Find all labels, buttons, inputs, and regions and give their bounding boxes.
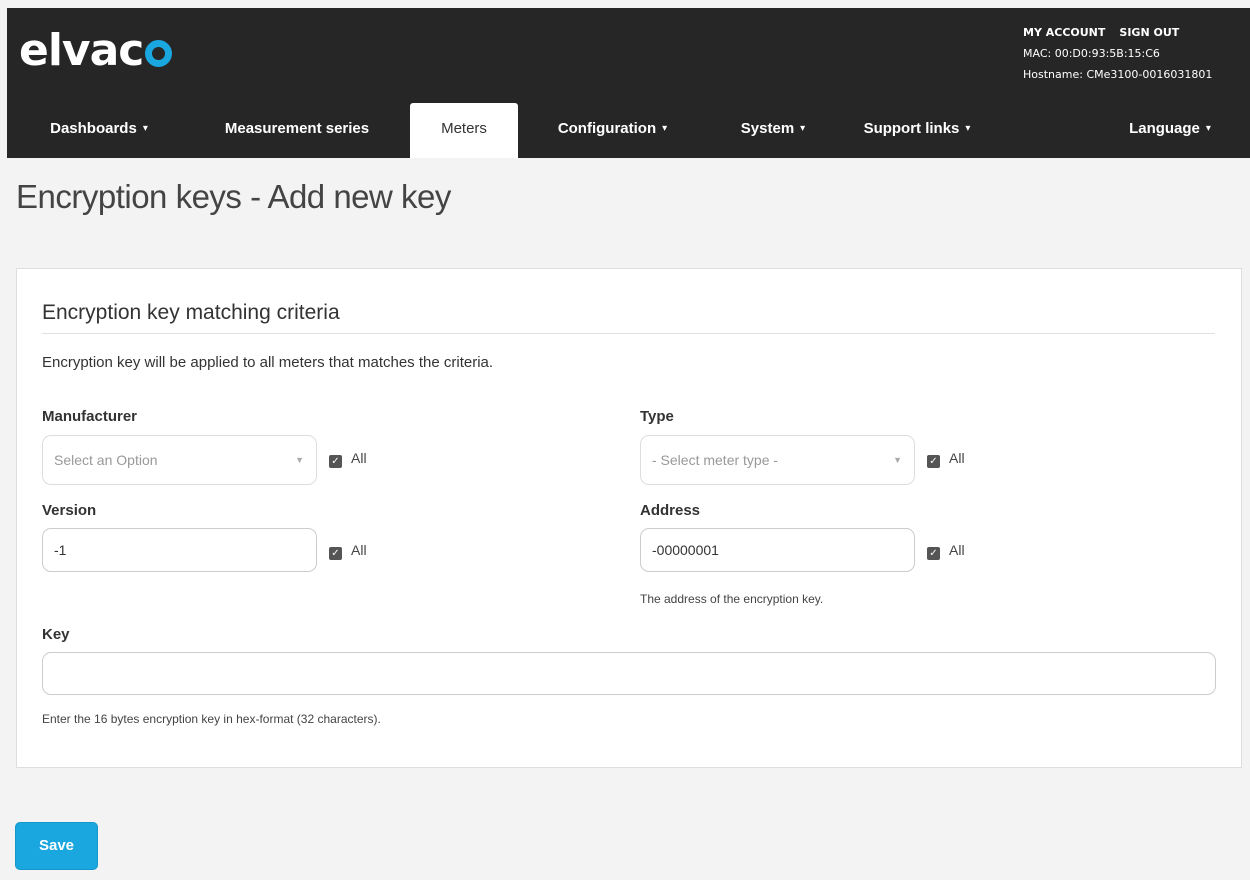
address-label: Address [640, 502, 701, 519]
version-label: Version [42, 502, 97, 519]
save-button[interactable]: Save [15, 822, 98, 870]
address-all-label: All [949, 542, 965, 558]
checkbox-checked-icon: ✓ [329, 455, 342, 468]
page-title: Encryption keys - Add new key [16, 178, 451, 215]
sign-out-link[interactable]: SIGN OUT [1119, 26, 1179, 39]
key-help: Enter the 16 bytes encryption key in hex… [42, 712, 381, 726]
nav-measurement-series[interactable]: Measurement series [197, 103, 397, 158]
manufacturer-all-checkbox[interactable]: ✓ All [329, 450, 367, 468]
chevron-down-icon: ▾ [142, 123, 148, 134]
hostname: Hostname: CMe3100-0016031801 [1023, 68, 1213, 81]
nav-meters[interactable]: Meters [410, 103, 518, 158]
key-input[interactable] [42, 652, 1216, 695]
dropdown-arrow-icon: ▼ [893, 455, 902, 465]
address-input[interactable]: -00000001 [640, 528, 915, 572]
manufacturer-all-label: All [351, 450, 367, 466]
top-header: elvac MY ACCOUNT SIGN OUT MAC: 00:D0:93:5… [7, 8, 1250, 103]
nav-dashboards-label: Dashboards [50, 120, 137, 137]
nav-language[interactable]: Language ▾ [1115, 103, 1225, 158]
address-help: The address of the encryption key. [640, 592, 824, 606]
version-all-label: All [351, 542, 367, 558]
chevron-down-icon: ▾ [1205, 123, 1211, 134]
account-links: MY ACCOUNT SIGN OUT [1023, 22, 1212, 43]
type-all-label: All [949, 450, 965, 466]
account-info: MY ACCOUNT SIGN OUT MAC: 00:D0:93:5B:15:C… [1023, 22, 1212, 85]
meter-type-placeholder: - Select meter type - [652, 452, 779, 468]
nav-language-label: Language [1129, 120, 1200, 137]
address-value: -00000001 [652, 542, 719, 558]
section-divider [42, 333, 1215, 334]
manufacturer-placeholder: Select an Option [54, 452, 158, 468]
chevron-down-icon: ▾ [965, 123, 971, 134]
chevron-down-icon: ▾ [662, 123, 668, 134]
elvaco-logo[interactable]: elvac [19, 25, 173, 76]
nav-configuration[interactable]: Configuration ▾ [535, 103, 690, 158]
criteria-description: Encryption key will be applied to all me… [42, 354, 494, 371]
criteria-panel: Encryption key matching criteria Encrypt… [16, 268, 1242, 768]
main-nav: Dashboards ▾ Measurement series Meters Co… [7, 103, 1250, 158]
logo-o-ring-icon [145, 40, 173, 67]
key-label: Key [42, 626, 70, 643]
nav-configuration-label: Configuration [557, 120, 657, 137]
address-all-checkbox[interactable]: ✓ All [927, 542, 965, 560]
manufacturer-select[interactable]: Select an Option ▼ [42, 435, 317, 485]
type-all-checkbox[interactable]: ✓ All [927, 450, 965, 468]
version-input[interactable]: -1 [42, 528, 317, 572]
nav-system-label: System [740, 120, 795, 137]
chevron-down-icon: ▾ [800, 123, 806, 134]
checkbox-checked-icon: ✓ [329, 547, 342, 560]
version-all-checkbox[interactable]: ✓ All [329, 542, 367, 560]
nav-dashboards[interactable]: Dashboards ▾ [29, 103, 169, 158]
checkbox-checked-icon: ✓ [927, 455, 940, 468]
my-account-link[interactable]: MY ACCOUNT [1023, 26, 1105, 39]
checkbox-checked-icon: ✓ [927, 547, 940, 560]
dropdown-arrow-icon: ▼ [295, 455, 304, 465]
logo-text: elvac [19, 25, 144, 76]
nav-support-links[interactable]: Support links ▾ [847, 103, 987, 158]
manufacturer-label: Manufacturer [42, 408, 138, 425]
section-title: Encryption key matching criteria [42, 301, 340, 324]
nav-measurement-series-label: Measurement series [224, 120, 370, 137]
nav-meters-label: Meters [441, 120, 487, 137]
nav-support-links-label: Support links [863, 120, 960, 137]
mac-address: MAC: 00:D0:93:5B:15:C6 [1023, 47, 1160, 60]
type-label: Type [640, 408, 674, 425]
meter-type-select[interactable]: - Select meter type - ▼ [640, 435, 915, 485]
version-value: -1 [54, 542, 67, 558]
nav-system[interactable]: System ▾ [723, 103, 823, 158]
